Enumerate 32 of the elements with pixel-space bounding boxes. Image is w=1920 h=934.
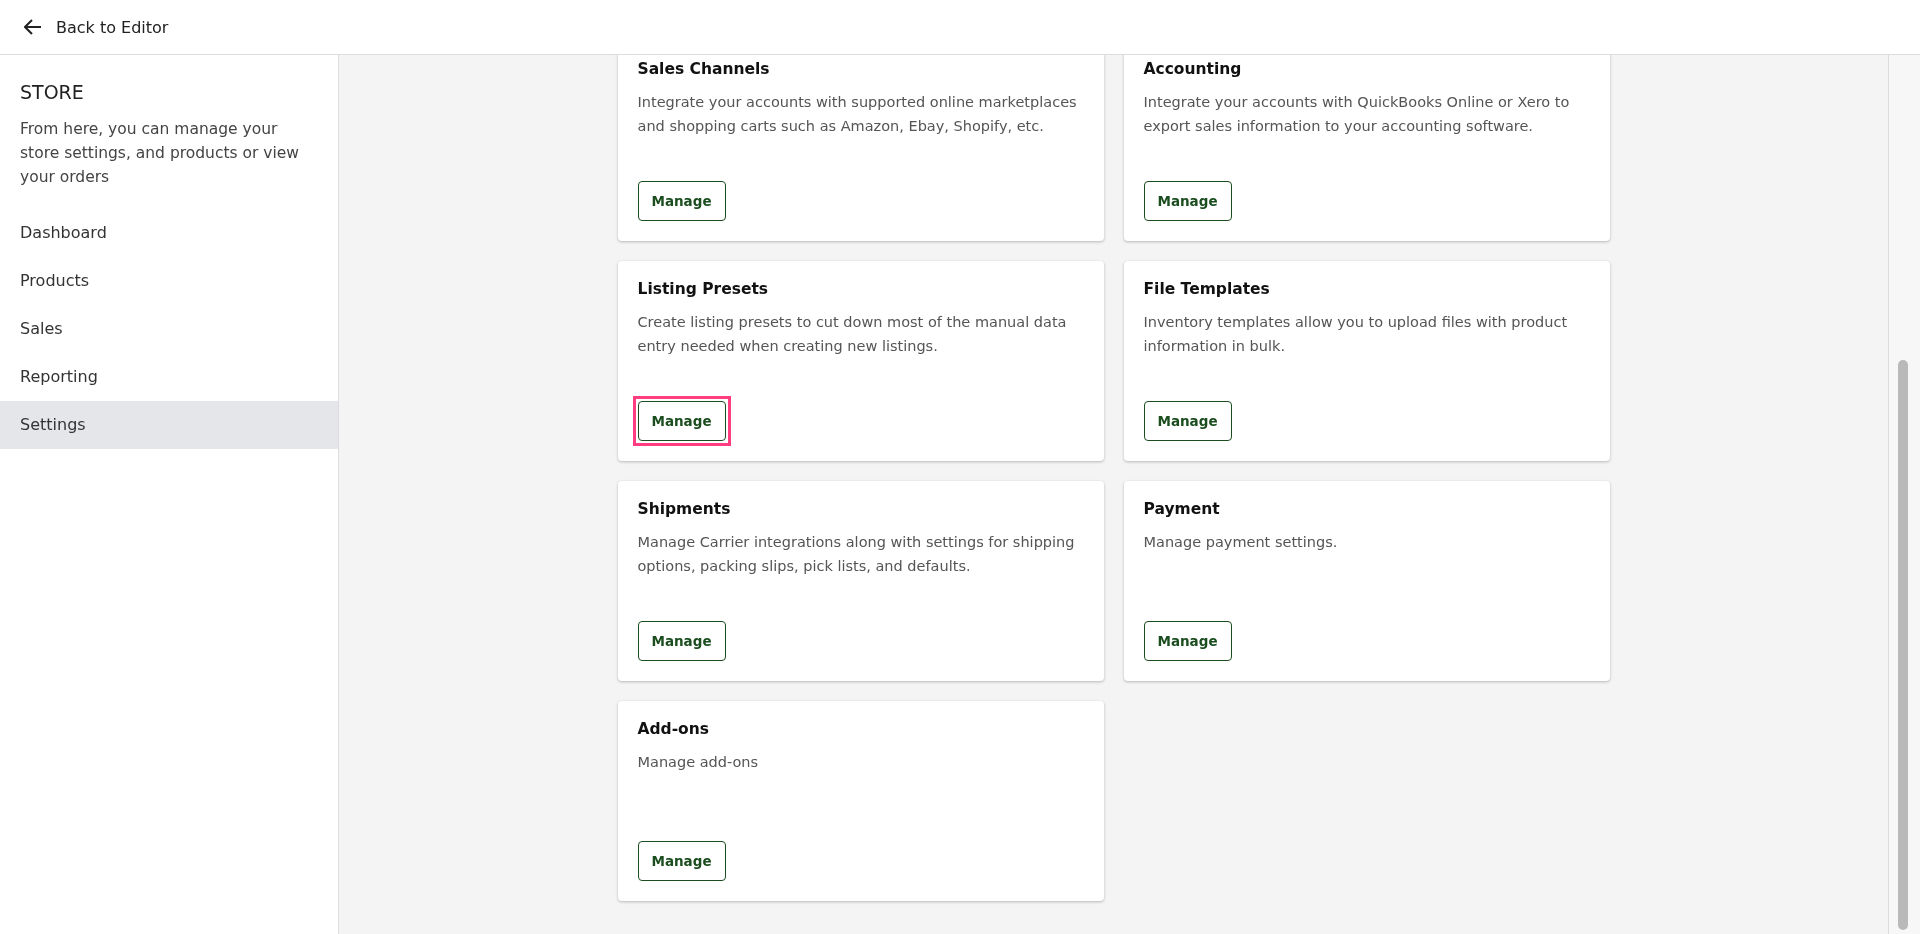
manage-button[interactable]: Manage [637,621,726,661]
card-title: Sales Channels [637,60,771,78]
card-description: Create listing presets to cut down most of the manual data entry needed when creating new listings. [637,313,1068,356]
card-title: Accounting [1143,60,1243,78]
manage-button[interactable]: Manage [1143,621,1232,661]
sidebar-item[interactable]: Settings [0,401,338,449]
card-description: Manage add-ons [637,753,760,772]
card-description: Manage payment settings. [1143,533,1339,552]
card-description: Integrate your accounts with QuickBooks Online or Xero to export sales information to your accounting software. [1143,93,1571,136]
sidebar-item[interactable]: Products [0,257,338,305]
back-arrow-icon [24,19,42,35]
manage-button[interactable]: Manage [1143,401,1232,441]
sidebar-item[interactable]: Dashboard [0,209,338,257]
card-description: Manage Carrier integrations along with settings for shipping options, packing slips, pick lists, and defaults. [637,533,1076,576]
sidebar-item[interactable]: Reporting [0,353,338,401]
card-title: Add-ons [637,720,711,738]
card-description: Integrate your accounts with supported online marketplaces and shopping carts such as Amazon, Ebay, Shopify, etc. [637,93,1078,136]
manage-button[interactable]: Manage [637,181,726,221]
card-title: Shipments [637,500,732,518]
sidebar-item[interactable]: Sales [0,305,338,353]
sidebar-title: STORE [20,81,85,103]
sidebar-description: From here, you can manage your store settings, and products or view your orders [20,119,300,188]
card-title: Payment [1143,500,1221,518]
card-title: Listing Presets [637,280,770,298]
scrollbar-thumb[interactable] [1898,360,1908,930]
card-title: File Templates [1143,280,1271,298]
manage-button[interactable]: Manage [637,401,726,441]
manage-button[interactable]: Manage [637,841,726,881]
manage-button[interactable]: Manage [1143,181,1232,221]
scrollbar[interactable] [1888,55,1920,934]
back-link[interactable]: Back to Editor [24,13,169,41]
card-description: Inventory templates allow you to upload files with product information in bulk. [1143,313,1569,356]
